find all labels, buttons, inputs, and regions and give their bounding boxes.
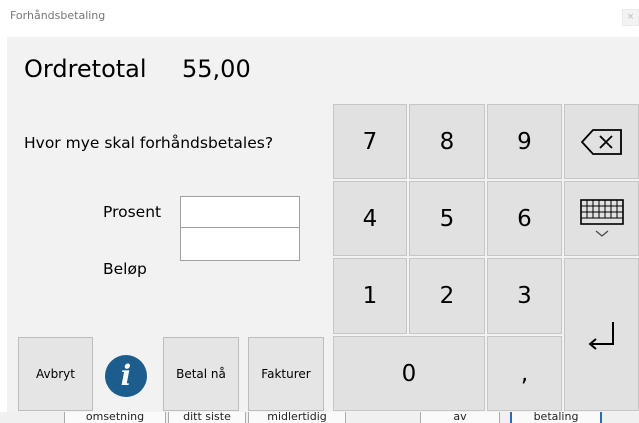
key-4-label: 4 (362, 205, 378, 232)
key-9[interactable]: 9 (487, 104, 562, 179)
comma-key-label: , (520, 360, 529, 387)
pay-now-label: Betal nå (176, 367, 226, 381)
key-0-label: 0 (401, 360, 417, 387)
close-icon: × (626, 12, 635, 22)
bg-button-midlertidig: midlertidig (248, 412, 346, 423)
key-1-label: 1 (362, 283, 378, 309)
close-button[interactable]: × (622, 9, 639, 26)
enter-key[interactable] (564, 258, 639, 411)
bg-button-label: omsetning (85, 412, 145, 423)
invoice-button[interactable]: Fakturer (248, 337, 324, 411)
amount-label: Beløp (103, 260, 147, 278)
backspace-key[interactable] (564, 104, 639, 179)
keyboard-key[interactable] (564, 181, 639, 256)
bg-button-ditt-siste: ditt siste (168, 412, 246, 423)
bg-button-label: betaling (533, 412, 579, 423)
order-total-value: 55,00 (182, 55, 251, 83)
key-3[interactable]: 3 (487, 258, 562, 334)
order-total-label: Ordretotal (24, 55, 147, 83)
window-title: Forhåndsbetaling (10, 9, 106, 22)
enter-icon (587, 321, 614, 350)
key-6-label: 6 (517, 205, 532, 232)
comma-key[interactable]: , (487, 336, 562, 411)
pay-now-button[interactable]: Betal nå (163, 337, 239, 411)
key-2[interactable]: 2 (409, 258, 485, 334)
key-9-label: 9 (517, 128, 532, 155)
key-6[interactable]: 6 (487, 181, 562, 256)
cancel-button[interactable]: Avbryt (18, 337, 93, 411)
bg-button-omsetning: omsetning (64, 412, 166, 423)
key-4[interactable]: 4 (333, 181, 407, 256)
info-icon[interactable]: i (105, 355, 147, 397)
title-bar: Forhåndsbetaling × (0, 0, 639, 34)
cancel-label: Avbryt (36, 367, 75, 381)
key-2-label: 2 (439, 283, 455, 309)
key-1[interactable]: 1 (333, 258, 407, 334)
keyboard-icon (579, 198, 624, 237)
bg-button-av: av (420, 412, 500, 423)
key-0[interactable]: 0 (333, 336, 485, 411)
percent-label: Prosent (103, 203, 162, 221)
key-7[interactable]: 7 (333, 104, 407, 179)
prepayment-question: Hvor mye skal forhåndsbetales? (24, 134, 274, 152)
key-8-label: 8 (439, 128, 455, 155)
bg-button-label: av (453, 412, 467, 423)
backspace-icon (580, 128, 622, 155)
amount-input[interactable] (180, 227, 300, 261)
percent-input[interactable] (180, 196, 300, 230)
key-5-label: 5 (439, 205, 455, 232)
key-3-label: 3 (517, 283, 532, 309)
key-7-label: 7 (362, 128, 378, 155)
background-button-strip: omsetning ditt siste midlertidig av beta… (0, 412, 639, 423)
key-5[interactable]: 5 (409, 181, 485, 256)
key-8[interactable]: 8 (409, 104, 485, 179)
bg-button-label: ditt siste (183, 412, 231, 423)
bg-button-label: midlertidig (267, 412, 327, 423)
bg-button-betaling: betaling (510, 412, 602, 423)
invoice-label: Fakturer (261, 367, 311, 381)
